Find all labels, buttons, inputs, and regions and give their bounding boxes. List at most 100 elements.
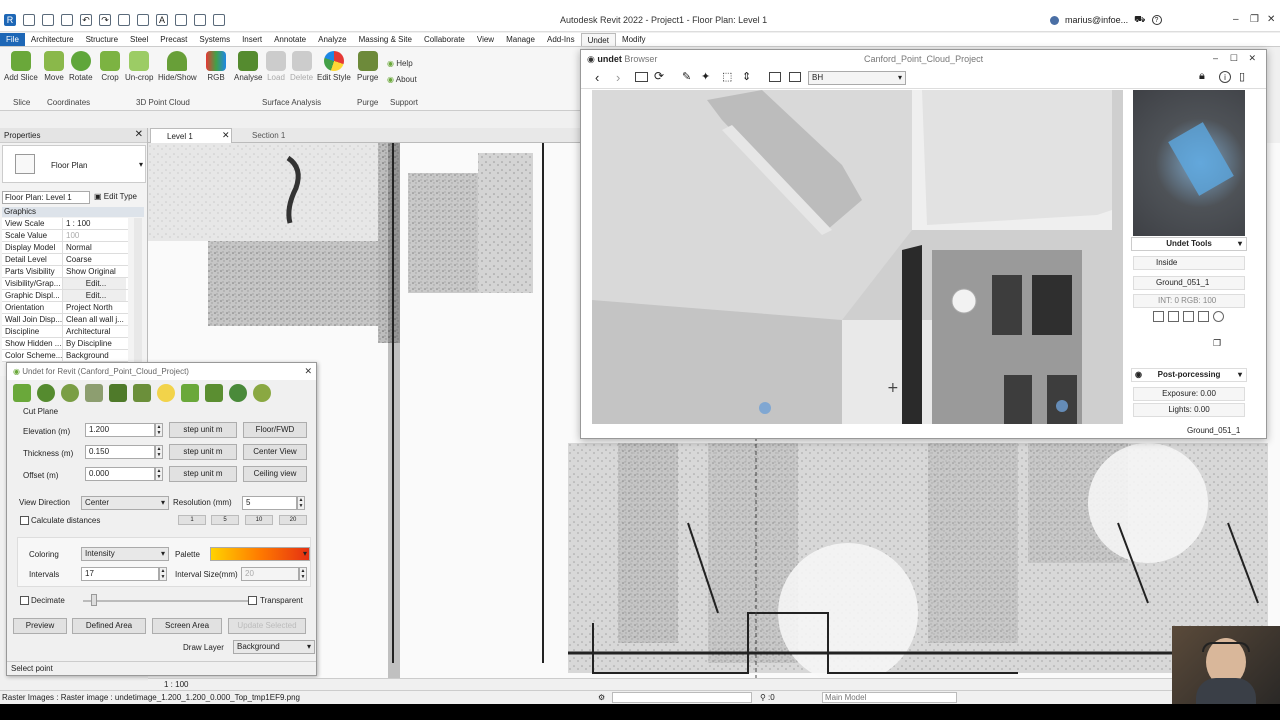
interval-size-spinner[interactable]: ▲ ▼ <box>299 567 307 581</box>
center-view-button[interactable]: Center View <box>243 444 307 460</box>
offset-input[interactable]: 0.000 <box>85 467 155 481</box>
property-row[interactable]: Scale Value 100 <box>2 230 128 242</box>
diamond-icon[interactable] <box>109 384 127 402</box>
calculate-distances-checkbox[interactable] <box>20 516 29 525</box>
tab-precast[interactable]: Precast <box>154 33 193 46</box>
copy-icon[interactable] <box>85 384 103 402</box>
code-icon[interactable] <box>769 72 781 82</box>
view-mode-1-icon[interactable] <box>1153 311 1164 322</box>
elevation-spinner[interactable]: ▲ ▼ <box>155 423 163 437</box>
analyse-button[interactable]: Analyse <box>234 51 262 82</box>
globe-icon[interactable] <box>229 384 247 402</box>
edit-type-button[interactable]: ▣ Edit Type <box>94 191 137 204</box>
tab-file[interactable]: File <box>0 33 25 46</box>
property-row[interactable]: Wall Join Disp... Clean all wall j... <box>2 314 128 326</box>
property-row[interactable]: Show Hidden ... By Discipline <box>2 338 128 350</box>
property-value[interactable]: Edit... <box>62 290 126 301</box>
property-value[interactable]: 100 <box>62 230 126 241</box>
floor-fwd-button[interactable]: Floor/FWD <box>243 422 307 438</box>
tab-addins[interactable]: Add-Ins <box>541 33 581 46</box>
settings-gear-icon[interactable] <box>253 384 271 402</box>
ceiling-view-button[interactable]: Ceiling view <box>243 466 307 482</box>
crop-button[interactable]: Crop <box>100 51 120 82</box>
property-row[interactable]: Orientation Project North <box>2 302 128 314</box>
intervals-input[interactable]: 17 <box>81 567 159 581</box>
resolution-input[interactable]: 5 <box>242 496 297 510</box>
tab-analyze[interactable]: Analyze <box>312 33 352 46</box>
measure-icon[interactable] <box>137 14 149 26</box>
layers-icon[interactable] <box>133 384 151 402</box>
elevation-step-button[interactable]: step unit m <box>169 422 237 438</box>
res-preset-10[interactable]: 10 <box>245 515 273 525</box>
measure-height-icon[interactable]: ⇕ <box>742 70 751 83</box>
property-row[interactable]: Parts Visibility Show Original <box>2 266 128 278</box>
browser-close-button[interactable]: ✕ <box>1248 53 1256 64</box>
design-option-select[interactable]: Main Model <box>822 692 957 703</box>
open-icon[interactable] <box>23 14 35 26</box>
browser-minimize-button[interactable]: – <box>1213 53 1218 63</box>
intervals-spinner[interactable]: ▲ ▼ <box>159 567 167 581</box>
worksets-icon[interactable]: ⚙ <box>598 691 605 704</box>
draw-layer-select[interactable]: Background <box>233 640 315 654</box>
property-value[interactable]: Normal <box>62 242 126 253</box>
lights-field[interactable]: Lights: 0.00 <box>1133 403 1245 417</box>
property-row[interactable]: Discipline Architectural <box>2 326 128 338</box>
rotate-button[interactable]: Rotate <box>69 51 93 82</box>
panorama-view[interactable]: + <box>592 90 1123 424</box>
coloring-select[interactable]: Intensity <box>81 547 169 561</box>
view-mode-2-icon[interactable] <box>1168 311 1179 322</box>
property-row[interactable]: Color Scheme... Background <box>2 350 128 362</box>
res-preset-20[interactable]: 20 <box>279 515 307 525</box>
decimate-slider-track[interactable] <box>83 600 253 602</box>
palette-mode-icon[interactable] <box>1213 311 1224 322</box>
exposure-field[interactable]: Exposure: 0.00 <box>1133 387 1245 401</box>
restore-button[interactable]: ❐ <box>1250 14 1259 25</box>
elevation-input[interactable]: 1.200 <box>85 423 155 437</box>
delete-button[interactable]: Delete <box>290 51 313 82</box>
close-properties-icon[interactable]: ✕ <box>135 129 143 140</box>
property-value[interactable]: Clean all wall j... <box>62 314 126 325</box>
property-value[interactable]: Coarse <box>62 254 126 265</box>
minimize-button[interactable]: – <box>1233 14 1239 25</box>
panel-toggle-icon[interactable]: ❐ <box>1213 338 1221 349</box>
open-folder-icon[interactable] <box>13 384 31 402</box>
decimate-slider-handle[interactable] <box>91 594 97 606</box>
type-selector[interactable]: Floor Plan ▾ <box>2 145 146 183</box>
tab-view[interactable]: View <box>471 33 500 46</box>
minimap[interactable] <box>1133 90 1245 236</box>
ground-field[interactable]: Ground_051_1 <box>1133 276 1245 290</box>
tab-level-1[interactable]: Level 1 <box>150 128 232 143</box>
view-scale[interactable]: 1 : 100 <box>164 680 188 689</box>
tab-section-1[interactable]: Section 1 <box>236 128 336 143</box>
tab-insert[interactable]: Insert <box>236 33 268 46</box>
sync-icon[interactable] <box>61 14 73 26</box>
update-selected-button[interactable]: Update Selected <box>228 618 306 634</box>
about-link[interactable]: ◉ About <box>387 75 417 84</box>
redo-icon[interactable]: ↷ <box>99 14 111 26</box>
add-slice-button[interactable]: Add Slice <box>4 51 38 82</box>
thin-lines-icon[interactable] <box>213 14 225 26</box>
tab-systems[interactable]: Systems <box>193 33 236 46</box>
transparent-checkbox[interactable] <box>248 596 257 605</box>
interval-size-input[interactable]: 20 <box>241 567 299 581</box>
undo-icon[interactable]: ↶ <box>80 14 92 26</box>
property-row[interactable]: Detail Level Coarse <box>2 254 128 266</box>
property-value[interactable]: Architectural <box>62 326 126 337</box>
view-direction-select[interactable]: Center <box>81 496 169 510</box>
property-value[interactable]: Project North <box>62 302 126 313</box>
property-row[interactable]: Visibility/Grap... Edit... <box>2 278 128 290</box>
forward-icon[interactable]: › <box>616 70 620 85</box>
property-value[interactable]: By Discipline <box>62 338 126 349</box>
undet-tools-header[interactable]: Undet Tools ▾ <box>1131 237 1247 251</box>
info-icon[interactable]: i <box>1219 71 1231 83</box>
tab-manage[interactable]: Manage <box>500 33 541 46</box>
workset-select[interactable] <box>612 692 752 703</box>
add-cloud-icon[interactable] <box>37 384 55 402</box>
decimate-checkbox[interactable] <box>20 596 29 605</box>
browser-maximize-button[interactable]: ☐ <box>1230 53 1238 64</box>
property-value[interactable]: Edit... <box>62 278 126 289</box>
defined-area-button[interactable]: Defined Area <box>72 618 146 634</box>
screen-area-button[interactable]: Screen Area <box>152 618 222 634</box>
refresh-icon[interactable]: ⟳ <box>654 69 664 83</box>
property-value[interactable]: 1 : 100 <box>62 218 126 229</box>
